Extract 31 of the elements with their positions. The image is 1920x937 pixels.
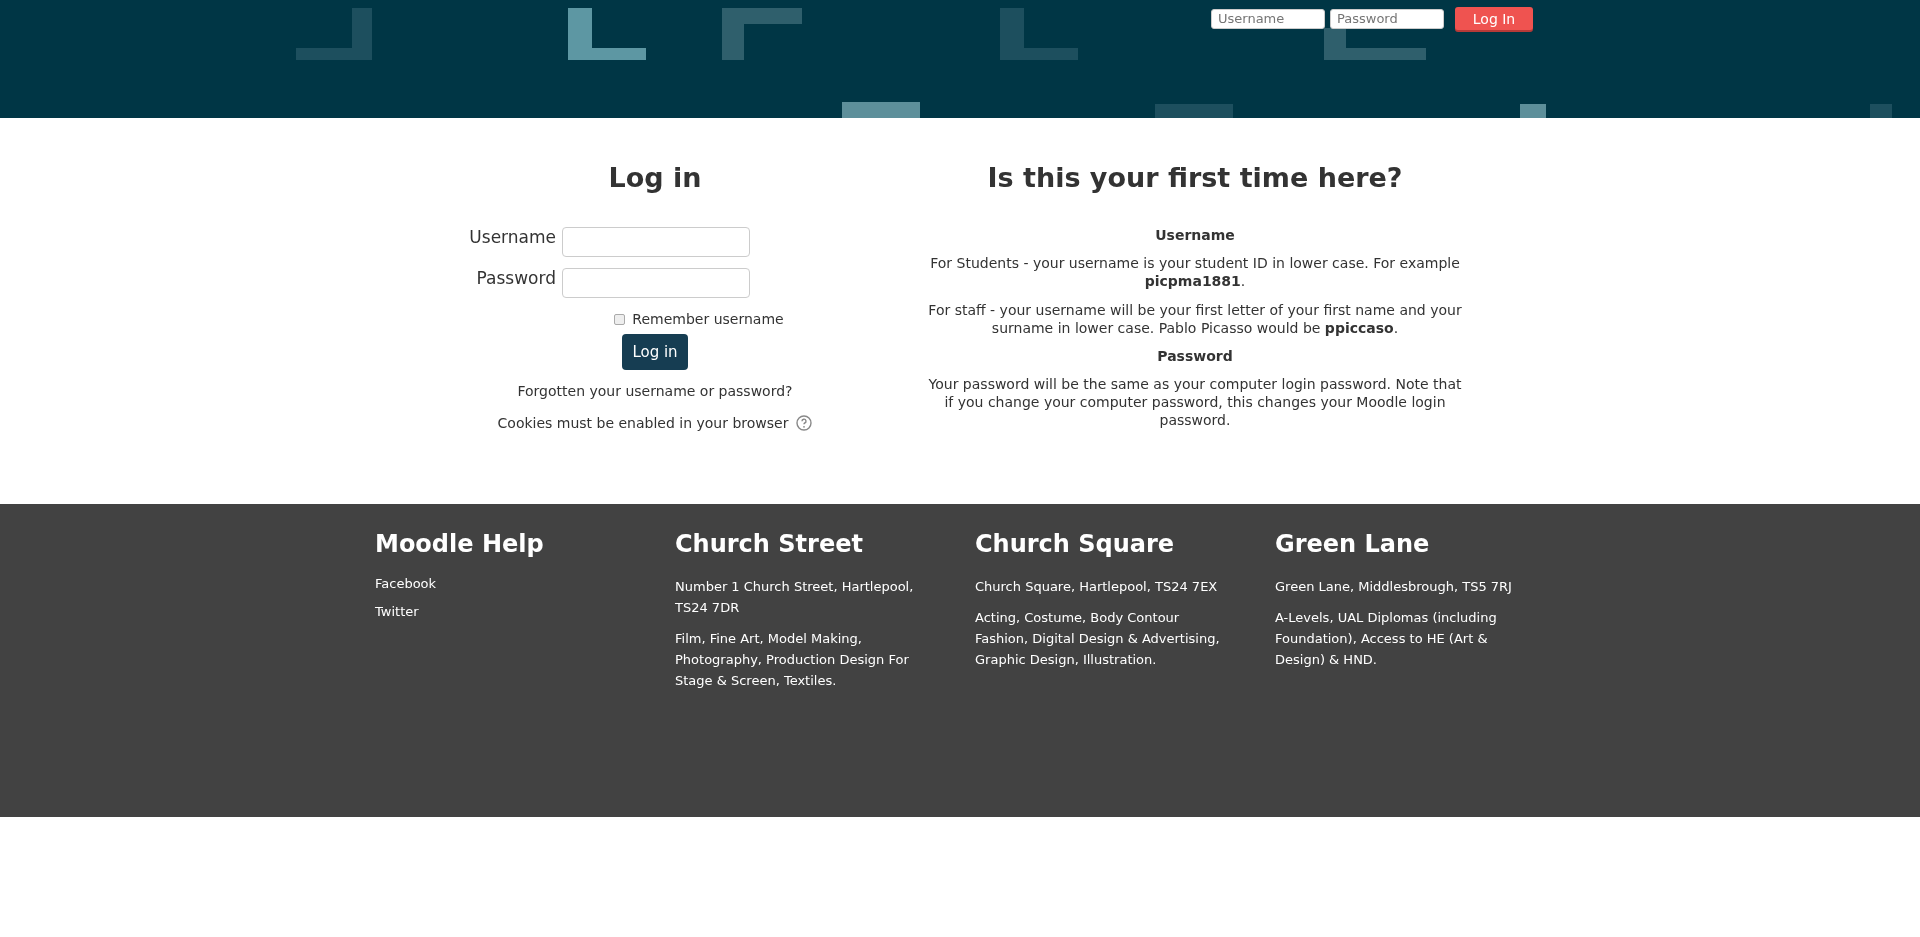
info-paragraph: Your password will be the same as your computer login password. Note that if you change your computer password, this changes your Moodle login password.	[927, 375, 1463, 429]
remember-label: Remember username	[632, 311, 784, 327]
username-label: Username	[468, 227, 556, 247]
help-icon[interactable]	[796, 415, 813, 431]
log-in-button[interactable]: Log in	[622, 334, 688, 370]
footer-link[interactable]: Twitter	[375, 604, 675, 619]
remember-checkbox[interactable]	[614, 313, 626, 325]
section-heading: Username	[1155, 227, 1235, 243]
password-field[interactable]	[562, 268, 750, 298]
info-paragraph: For Students - your username is your student ID in lower case. For example picpma1881.	[929, 254, 1461, 290]
first-time-heading: Is this your first time here?	[987, 162, 1403, 193]
username-field[interactable]	[562, 227, 750, 257]
login-heading: Log in	[608, 162, 702, 193]
section-heading: Password	[1157, 348, 1233, 364]
forgot-password-link[interactable]: Forgotten your username or password?	[517, 383, 793, 399]
footer-text: Number 1 Church Street, Hartlepool, TS24 7DR	[675, 578, 915, 617]
footer-text: Acting, Costume, Body Contour Fashion, Digital Design & Advertising, Graphic Design, Illustration.	[975, 609, 1221, 669]
password-label: Password	[475, 268, 556, 288]
footer-text: Church Square, Hartlepool, TS24 7EX	[975, 578, 1219, 596]
footer-heading: Green Lane	[1275, 530, 1431, 558]
footer-heading: Church Street	[675, 530, 864, 558]
footer-text: A-Levels, UAL Diplomas (including Foundation), Access to HE (Art & Design) & HND.	[1275, 609, 1498, 669]
footer-heading: Church Square	[975, 530, 1176, 558]
footer-heading: Moodle Help	[375, 530, 545, 558]
password-field[interactable]: Password	[1330, 8, 1444, 29]
footer-text: Green Lane, Middlesbrough, TS5 7RJ	[1275, 578, 1513, 596]
username-field[interactable]: Username	[1211, 8, 1325, 29]
footer-text: Film, Fine Art, Model Making, Photography, Production Design For Stage & Screen, Textiles.	[675, 630, 910, 690]
info-paragraph: For staff - your username will be your first letter of your first name and your surname in lower case. Pablo Picasso would be ppiccaso.	[927, 301, 1463, 337]
cookies-note: Cookies must be enabled in your browser	[497, 415, 789, 431]
footer-link[interactable]: Facebook	[375, 576, 675, 591]
